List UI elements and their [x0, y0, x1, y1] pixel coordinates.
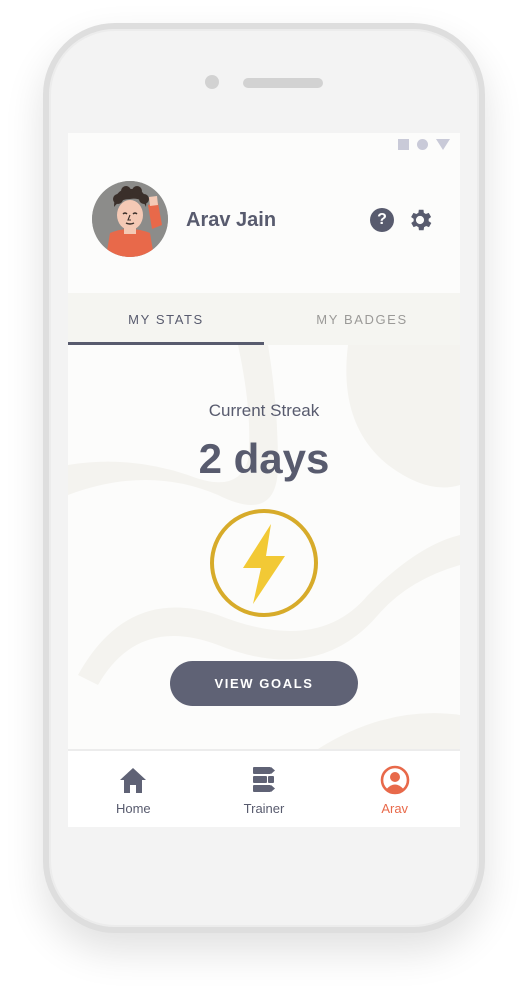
profile-name: Arav Jain	[186, 209, 277, 231]
tab-my-stats[interactable]: MY STATS	[68, 293, 264, 345]
gear-icon[interactable]	[406, 206, 434, 234]
view-goals-button[interactable]: VIEW GOALS	[170, 661, 358, 706]
nav-label-trainer: Trainer	[243, 801, 285, 816]
lightning-bolt-icon	[210, 509, 318, 617]
trainer-icon	[253, 767, 275, 792]
nav-item-trainer[interactable]: Trainer	[199, 751, 330, 827]
bottom-nav: Home Trainer Arav	[68, 749, 460, 827]
status-triangle-icon	[436, 139, 450, 150]
streak-value: 2 days	[198, 435, 330, 482]
help-icon[interactable]: ?	[370, 208, 394, 232]
tab-my-badges[interactable]: MY BADGES	[264, 293, 460, 345]
profile-header: Arav Jain ?	[68, 173, 460, 293]
app-screen: Arav Jain ? MY STATS MY BADGES Current S…	[68, 133, 460, 827]
status-circle-icon	[417, 139, 428, 150]
phone-speaker	[243, 78, 323, 88]
nav-item-home[interactable]: Home	[68, 751, 199, 827]
streak-label: Current Streak	[208, 401, 320, 420]
stats-content: Current Streak 2 days VIEW GOALS	[68, 345, 460, 749]
phone-camera	[205, 75, 219, 89]
person-avatar-icon	[92, 181, 168, 257]
status-square-icon	[398, 139, 409, 150]
avatar[interactable]	[92, 181, 168, 257]
home-icon	[120, 768, 147, 793]
nav-item-profile[interactable]: Arav	[329, 751, 460, 827]
nav-label-home: Home	[115, 801, 151, 816]
status-bar	[398, 139, 450, 150]
profile-icon	[380, 765, 409, 795]
nav-label-profile: Arav	[381, 801, 409, 816]
stats-tabs: MY STATS MY BADGES	[68, 293, 460, 345]
